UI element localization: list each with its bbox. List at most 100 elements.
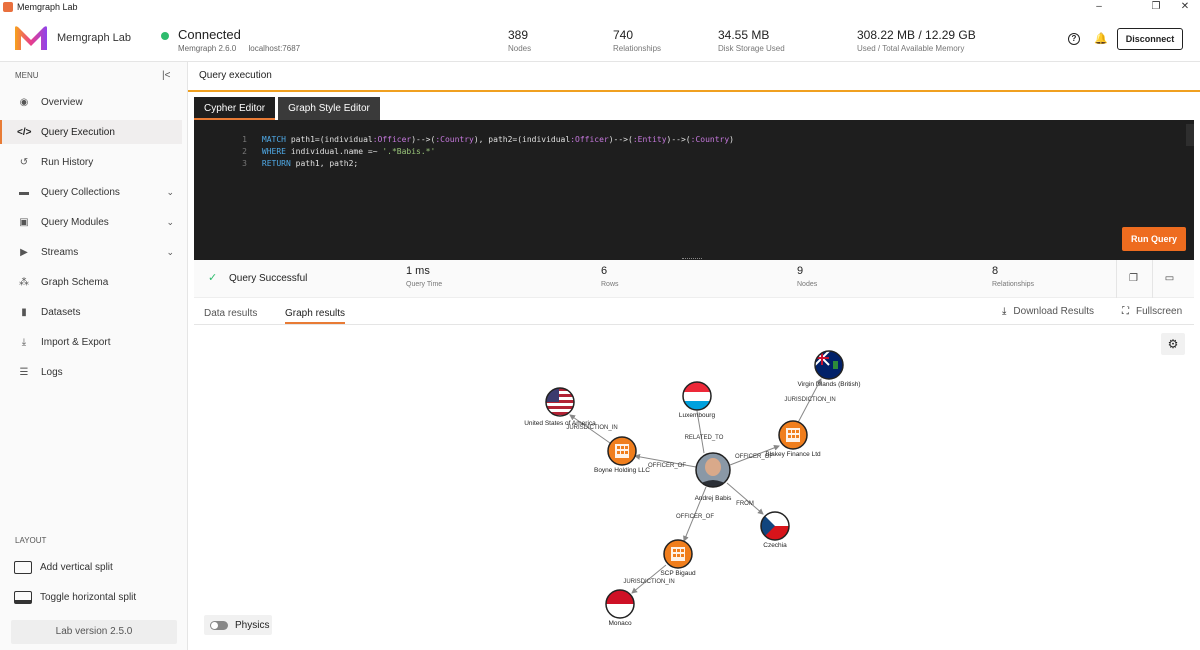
folder-open-icon[interactable]: ▭: [1152, 260, 1186, 298]
app-icon: [3, 2, 13, 12]
download-results-button[interactable]: ⤓ Download Results: [1002, 306, 1094, 317]
edge-label: OFFICER_OF: [648, 463, 686, 469]
app-header: Memgraph Lab Connected Memgraph 2.6.0 lo…: [0, 14, 1200, 62]
edge-from[interactable]: [726, 482, 764, 515]
sidebar-item-graph-schema[interactable]: ⁂ Graph Schema: [0, 270, 182, 294]
stat-nodes: 389 Nodes: [508, 28, 532, 53]
node-luxembourg[interactable]: [682, 381, 712, 411]
module-icon: ▣: [19, 216, 29, 228]
edge-label: JURISDICTION_IN: [623, 579, 674, 585]
stat-disk-storage: 34.55 MB Disk Storage Used: [718, 28, 785, 53]
node-label: Virgin Islands (British): [797, 381, 860, 388]
physics-toggle[interactable]: Physics: [204, 615, 272, 635]
sidebar-item-query-modules[interactable]: ▣ Query Modules ⌄: [0, 210, 182, 234]
edge-label: OFFICER_OF: [676, 514, 714, 520]
bell-icon[interactable]: 🔔: [1094, 33, 1108, 45]
node-label: SCP Bigaud: [660, 570, 696, 577]
tab-data-results[interactable]: Data results: [204, 308, 257, 319]
book-icon: ▮: [21, 306, 27, 318]
list-icon: ☰: [19, 366, 29, 378]
edge-label: FROM: [736, 501, 754, 507]
node-united-states[interactable]: [545, 387, 575, 417]
node-monaco[interactable]: [605, 589, 635, 619]
sidebar-item-streams[interactable]: ▶ Streams ⌄: [0, 240, 182, 264]
fullscreen-button[interactable]: ⛶ Fullscreen: [1122, 306, 1182, 317]
window-title: Memgraph Lab: [17, 2, 78, 12]
tab-cypher-editor[interactable]: Cypher Editor: [194, 97, 276, 120]
download-icon: ⤓: [21, 336, 27, 348]
graph-canvas[interactable]: JURISDICTION_IN JURISDICTION_IN RELATED_…: [188, 325, 1200, 650]
lab-version: Lab version 2.5.0: [11, 620, 177, 644]
toggle-horizontal-split-button[interactable]: Toggle horizontal split: [14, 591, 136, 604]
copy-icon[interactable]: ❐: [1116, 260, 1150, 298]
editor-tabs: Cypher Editor Graph Style Editor: [194, 97, 383, 120]
summary-query-time: 1 ms Query Time: [406, 265, 443, 288]
node-label: United States of America: [524, 420, 596, 427]
brand-name: Memgraph Lab: [57, 32, 131, 44]
node-label: Blakey Finance Ltd: [765, 451, 821, 458]
close-icon[interactable]: ✕: [1170, 0, 1200, 14]
play-icon: ▶: [20, 246, 28, 258]
memgraph-version: Memgraph 2.6.0: [178, 44, 237, 53]
memgraph-logo-icon: [15, 26, 47, 50]
node-blakey-finance[interactable]: [778, 420, 808, 450]
node-czechia[interactable]: [760, 511, 790, 541]
layout-label: LAYOUT: [15, 536, 47, 545]
code-line: 1 MATCH path1=(individual:Officer)-->(:Co…: [242, 135, 734, 144]
run-query-button[interactable]: Run Query: [1122, 227, 1186, 251]
vertical-split-icon: [14, 561, 32, 574]
node-label: Andrej Babis: [695, 495, 733, 502]
toggle-switch-icon: [210, 620, 228, 630]
connection-status-dot: [161, 32, 169, 40]
query-status: Query Successful: [229, 273, 308, 284]
code-line: 2 WHERE individual.name =~ '.*Babis.*': [242, 147, 436, 156]
history-icon: ↺: [19, 156, 29, 168]
code-icon: </>: [17, 126, 32, 138]
summary-nodes: 9 Nodes: [797, 265, 818, 288]
connection-host: localhost:7687: [248, 44, 301, 53]
graph-settings-gear-icon[interactable]: ⚙: [1161, 333, 1185, 355]
node-boyne-holding[interactable]: [607, 436, 637, 466]
minimize-icon[interactable]: –: [1084, 0, 1114, 14]
restore-icon[interactable]: ❐: [1141, 0, 1171, 14]
connection-details: Memgraph 2.6.0 localhost:7687: [178, 44, 310, 53]
download-icon: ⤓: [1002, 306, 1007, 317]
fullscreen-icon: ⛶: [1122, 306, 1129, 317]
sidebar-item-logs[interactable]: ☰ Logs: [0, 360, 182, 384]
node-virgin-islands[interactable]: [814, 350, 844, 380]
chevron-down-icon: ⌄: [166, 246, 174, 257]
stat-memory: 308.22 MB / 12.29 GB Used / Total Availa…: [857, 28, 976, 53]
node-andrej-babis[interactable]: [695, 452, 731, 488]
schema-icon: ⁂: [19, 276, 29, 288]
edge-label: RELATED_TO: [685, 435, 724, 441]
menu-label: MENU: [15, 71, 39, 80]
help-icon[interactable]: ?: [1068, 33, 1080, 45]
tab-graph-style-editor[interactable]: Graph Style Editor: [278, 97, 380, 120]
disconnect-button[interactable]: Disconnect: [1117, 28, 1183, 50]
node-label: Monaco: [608, 620, 632, 627]
window-titlebar: Memgraph Lab – ❐ ✕: [0, 0, 1200, 14]
sidebar-item-overview[interactable]: ◉ Overview: [0, 90, 182, 114]
node-scp-bigaud[interactable]: [663, 539, 693, 569]
folder-icon: ▬: [19, 186, 29, 198]
collapse-sidebar-icon[interactable]: |<: [162, 70, 170, 81]
sidebar-item-datasets[interactable]: ▮ Datasets: [0, 300, 182, 324]
stat-relationships: 740 Relationships: [613, 28, 662, 53]
editor-scrollbar[interactable]: [1186, 124, 1194, 146]
connection-status: Connected: [178, 27, 241, 42]
sidebar-item-import-export[interactable]: ⤓ Import & Export: [0, 330, 182, 354]
sidebar-item-query-execution[interactable]: </> Query Execution: [0, 120, 182, 144]
check-icon: ✓: [208, 272, 218, 284]
node-label: Czechia: [763, 542, 787, 549]
sidebar-item-query-collections[interactable]: ▬ Query Collections ⌄: [0, 180, 182, 204]
main-panel: Query execution Cypher Editor Graph Styl…: [188, 62, 1200, 650]
cypher-editor[interactable]: 1 MATCH path1=(individual:Officer)-->(:Co…: [194, 120, 1194, 260]
sidebar: MENU |< ◉ Overview </> Query Execution ↺…: [0, 62, 188, 650]
edge-label: JURISDICTION_IN: [784, 397, 835, 403]
add-vertical-split-button[interactable]: Add vertical split: [14, 561, 113, 574]
summary-relationships: 8 Relationships: [992, 265, 1035, 288]
tab-graph-results[interactable]: Graph results: [285, 308, 346, 324]
sidebar-item-run-history[interactable]: ↺ Run History: [0, 150, 182, 174]
chevron-down-icon: ⌄: [166, 216, 174, 227]
node-label: Luxembourg: [679, 412, 716, 419]
